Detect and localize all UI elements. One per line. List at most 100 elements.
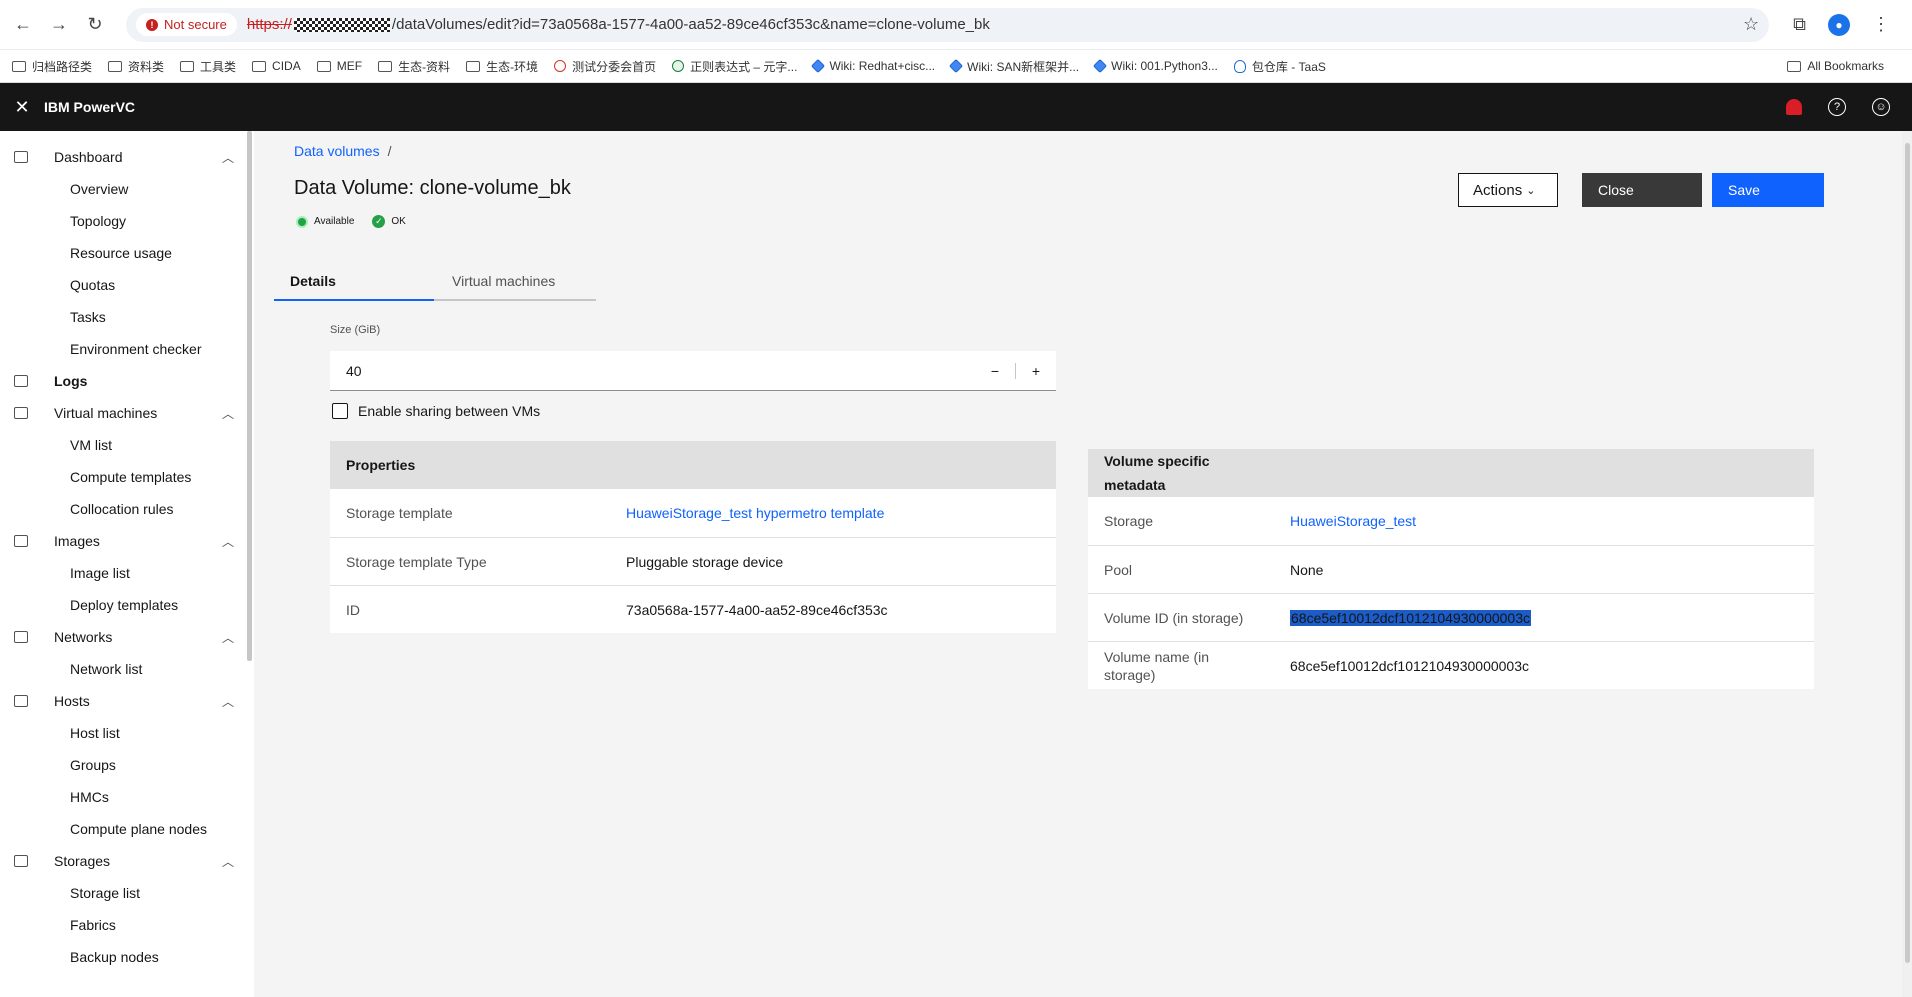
site-icon (1233, 59, 1246, 73)
chevron-up-icon: ︿ (221, 854, 234, 869)
reload-icon[interactable]: ↻ (80, 10, 110, 40)
server-icon (14, 695, 28, 707)
notification-bell-icon[interactable] (1786, 99, 1802, 115)
size-stepper[interactable]: 40 − + (330, 351, 1056, 391)
profile-avatar[interactable]: ● (1828, 13, 1850, 36)
sidebar-section-label: Logs (54, 373, 88, 389)
metadata-panel: Volume specific metadata Storage HuaweiS… (1088, 449, 1814, 689)
metadata-value: 68ce5ef10012dcf1012104930000003c (1290, 657, 1530, 674)
all-bookmarks[interactable]: All Bookmarks (1787, 59, 1884, 73)
sidebar-item-resource-usage[interactable]: Resource usage (0, 237, 254, 269)
sharing-checkbox[interactable] (332, 403, 348, 419)
star-icon[interactable]: ☆ (1743, 14, 1759, 35)
sidebar-item-fabrics[interactable]: Fabrics (0, 909, 254, 941)
sidebar-section-hosts[interactable]: Hosts ︿ (0, 685, 254, 717)
sidebar-item-storage-list[interactable]: Storage list (0, 877, 254, 909)
bookmark-link[interactable]: Wiki: 001.Python3... (1093, 58, 1218, 74)
sidebar-section-virtual-machines[interactable]: Virtual machines ︿ (0, 397, 254, 429)
metadata-value: None (1290, 561, 1324, 578)
site-icon (554, 60, 567, 72)
help-icon[interactable]: ? (1828, 98, 1846, 116)
bookmark-folder[interactable]: 生态-环境 (466, 58, 538, 75)
save-button[interactable]: Save (1712, 173, 1824, 207)
bookmark-folder[interactable]: MEF (316, 59, 363, 73)
close-button[interactable]: Close (1582, 173, 1702, 207)
sidebar-item-network-list[interactable]: Network list (0, 653, 254, 685)
sharing-checkbox-row[interactable]: Enable sharing between VMs (332, 403, 540, 419)
sidebar-item-quotas[interactable]: Quotas (0, 269, 254, 301)
sidebar: Dashboard ︿ Overview Topology Resource u… (0, 131, 254, 997)
security-chip[interactable]: ! Not secure (136, 13, 237, 36)
selected-volume-id[interactable]: 68ce5ef10012dcf1012104930000003c (1290, 609, 1532, 626)
chevron-up-icon: ︿ (221, 534, 234, 549)
sidebar-item-host-list[interactable]: Host list (0, 717, 254, 749)
folder-icon (378, 60, 393, 72)
sidebar-section-dashboard[interactable]: Dashboard ︿ (0, 141, 254, 173)
bookmark-folder[interactable]: 归档路径类 (12, 58, 92, 75)
bookmark-folder[interactable]: CIDA (252, 59, 301, 73)
menu-icon[interactable]: ⋮ (1872, 14, 1890, 35)
sidebar-item-vm-list[interactable]: VM list (0, 429, 254, 461)
actions-button[interactable]: Actions ⌄ (1458, 173, 1558, 207)
bookmark-label: MEF (336, 59, 363, 73)
url-host-redacted (293, 17, 390, 32)
bookmark-link[interactable]: 正则表达式 – 元字... (672, 58, 797, 75)
sidebar-item-compute-templates[interactable]: Compute templates (0, 461, 254, 493)
sidebar-item-groups[interactable]: Groups (0, 749, 254, 781)
forward-icon[interactable]: → (44, 10, 74, 40)
folder-icon (466, 60, 481, 72)
sidebar-item-environment-checker[interactable]: Environment checker (0, 333, 254, 365)
bookmark-link[interactable]: 测试分委会首页 (554, 58, 656, 75)
increment-icon[interactable]: + (1016, 351, 1056, 391)
storage-link[interactable]: HuaweiStorage_test (1290, 513, 1416, 529)
folder-icon (108, 60, 123, 72)
storage-template-link[interactable]: HuaweiStorage_test hypermetro template (626, 505, 884, 521)
status-available: Available (314, 216, 355, 227)
bookmark-folder[interactable]: 生态-资料 (378, 58, 450, 75)
sidebar-item-compute-plane-nodes[interactable]: Compute plane nodes (0, 813, 254, 845)
storage-icon (14, 855, 28, 867)
metadata-heading-line: metadata (1104, 477, 1166, 493)
sidebar-section-storages[interactable]: Storages ︿ (0, 845, 254, 877)
sidebar-item-backup-nodes[interactable]: Backup nodes (0, 941, 254, 973)
bookmark-label: 生态-环境 (486, 59, 539, 74)
status-ok: OK (391, 216, 406, 227)
size-input[interactable]: 40 (330, 363, 975, 379)
sidebar-section-networks[interactable]: Networks ︿ (0, 621, 254, 653)
network-icon (14, 631, 28, 643)
user-icon[interactable]: ☺ (1872, 98, 1890, 116)
tab-virtual-machines[interactable]: Virtual machines (434, 263, 596, 301)
decrement-icon[interactable]: − (975, 351, 1015, 391)
bookmark-link[interactable]: 包仓库 - TaaS (1233, 58, 1326, 75)
app-header: ✕ IBM PowerVC ? ☺ (0, 83, 1912, 131)
sidebar-item-deploy-templates[interactable]: Deploy templates (0, 589, 254, 621)
address-bar[interactable]: ! Not secure https:// /dataVolumes/edit?… (126, 7, 1770, 42)
sidebar-item-overview[interactable]: Overview (0, 173, 254, 205)
sidebar-scrollbar[interactable] (247, 131, 252, 661)
breadcrumb-link[interactable]: Data volumes (294, 143, 380, 159)
bookmark-link[interactable]: Wiki: Redhat+cisc... (811, 58, 935, 74)
bookmark-label: 工具类 (200, 59, 237, 74)
back-icon[interactable]: ← (8, 10, 38, 40)
extensions-icon[interactable]: ⧉ (1793, 14, 1806, 35)
sidebar-item-image-list[interactable]: Image list (0, 557, 254, 589)
chevron-up-icon: ︿ (221, 406, 234, 421)
scrollbar-thumb[interactable] (1905, 143, 1910, 963)
close-icon[interactable]: ✕ (0, 83, 44, 131)
bookmark-label: 生态-资料 (398, 59, 451, 74)
sidebar-item-tasks[interactable]: Tasks (0, 301, 254, 333)
breadcrumb-separator: / (387, 143, 392, 159)
sidebar-item-topology[interactable]: Topology (0, 205, 254, 237)
sidebar-item-hmcs[interactable]: HMCs (0, 781, 254, 813)
sidebar-section-logs[interactable]: Logs (0, 365, 254, 397)
sidebar-section-images[interactable]: Images ︿ (0, 525, 254, 557)
bookmark-folder[interactable]: 资料类 (108, 58, 164, 75)
properties-row: ID 73a0568a-1577-4a00-aa52-89ce46cf353c (330, 585, 1056, 633)
sidebar-item-collocation-rules[interactable]: Collocation rules (0, 493, 254, 525)
bookmark-folder[interactable]: 工具类 (180, 58, 236, 75)
property-key: ID (346, 601, 360, 618)
bookmark-link[interactable]: Wiki: SAN新框架并... (949, 58, 1080, 75)
main-scrollbar[interactable] (1902, 131, 1912, 997)
tab-details[interactable]: Details (274, 263, 434, 301)
bookmark-label: Wiki: SAN新框架并... (967, 59, 1080, 74)
